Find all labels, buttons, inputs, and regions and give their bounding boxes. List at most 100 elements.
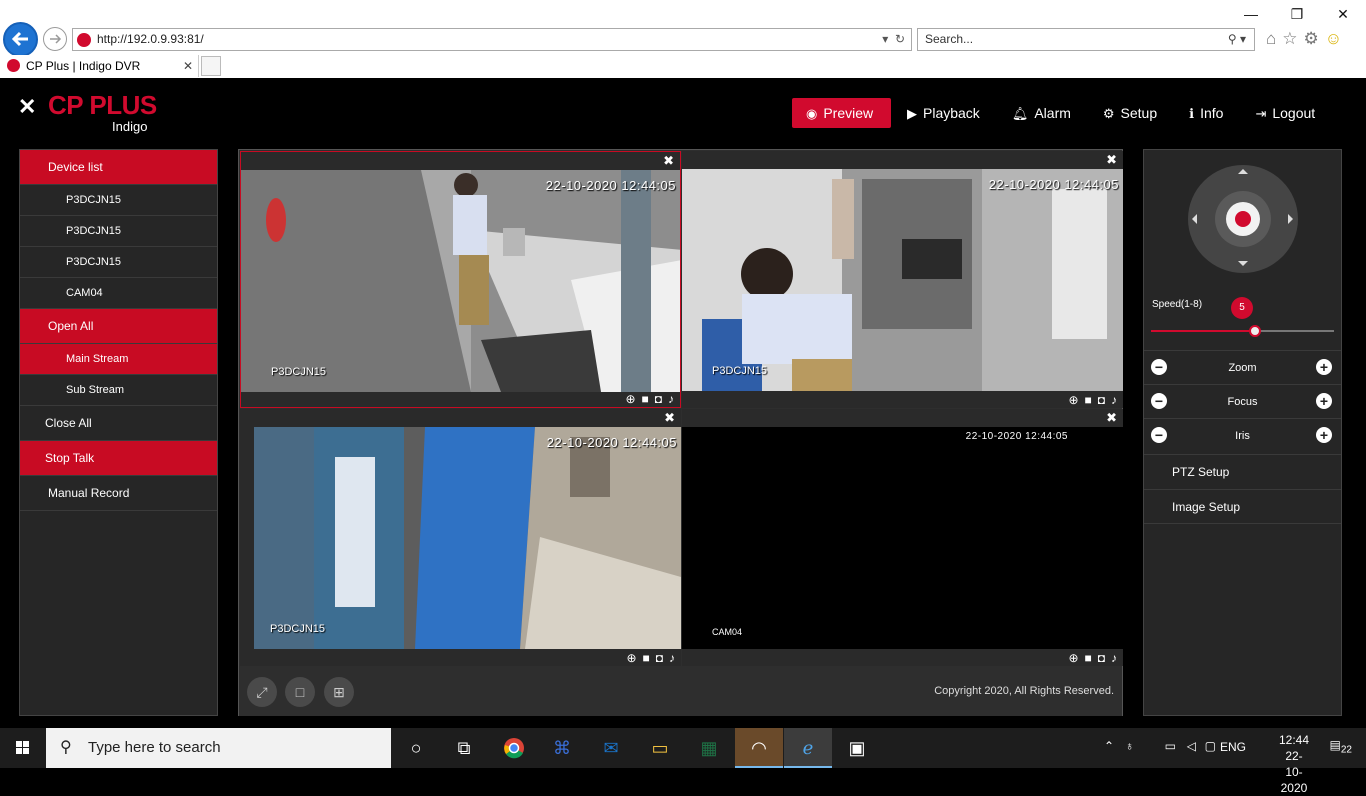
- up-arrow-icon[interactable]: [1238, 169, 1248, 174]
- nav-playback[interactable]: ▶ Playback: [891, 98, 996, 128]
- file-explorer-icon[interactable]: ▭: [636, 728, 684, 768]
- camera-label: P3DCJN15: [271, 366, 327, 378]
- single-view-button[interactable]: □: [285, 677, 315, 707]
- record-icon[interactable]: ■: [643, 651, 650, 665]
- fullscreen-button[interactable]: ⤢: [247, 677, 277, 707]
- quad-view-button[interactable]: ⊞: [324, 677, 354, 707]
- down-arrow-icon[interactable]: [1238, 261, 1248, 266]
- record-icon[interactable]: ■: [1085, 393, 1092, 407]
- close-icon[interactable]: ✖: [1106, 152, 1117, 168]
- nav-logout[interactable]: ⇥ Logout: [1239, 98, 1331, 128]
- audio-icon[interactable]: ♪: [1111, 393, 1117, 407]
- battery-icon[interactable]: ▭: [1165, 739, 1176, 753]
- close-icon[interactable]: ✕: [1320, 0, 1366, 28]
- smiley-icon[interactable]: ☺: [1325, 29, 1342, 49]
- video-cell[interactable]: ✖ 22-10-2020 12:44:05 P3DCJN15 ⊕ ■ ◘ ♪: [682, 151, 1123, 408]
- left-arrow-icon[interactable]: [1192, 214, 1197, 224]
- record-icon[interactable]: ■: [642, 392, 649, 406]
- tray-chevron-icon[interactable]: ⌃: [1104, 739, 1114, 753]
- zoom-icon[interactable]: ⊕: [625, 392, 635, 406]
- device-item[interactable]: P3DCJN15: [20, 185, 217, 216]
- address-bar[interactable]: http://192.0.9.93:81/ ▾ ↻: [72, 28, 912, 51]
- nav-preview[interactable]: ◉ Preview: [792, 98, 891, 128]
- device-item[interactable]: P3DCJN15: [20, 216, 217, 247]
- zoom-icon[interactable]: ⊕: [1068, 393, 1078, 407]
- device-item[interactable]: CAM04: [20, 278, 217, 309]
- manual-record-button[interactable]: Manual Record: [20, 476, 217, 511]
- tab-close-icon[interactable]: ✕: [183, 55, 193, 77]
- video-cell[interactable]: ✖ 22-10-2020 12:44:05 CAM04 ⊕ ■ ◘ ♪: [682, 409, 1123, 666]
- slider-knob[interactable]: [1249, 325, 1262, 337]
- snapshot-icon[interactable]: ◘: [1098, 651, 1105, 665]
- settings-icon[interactable]: ⚙: [1304, 29, 1319, 49]
- restore-icon[interactable]: ❐: [1274, 0, 1320, 28]
- gear-icon: ⚙: [1102, 106, 1115, 121]
- main-stream-option[interactable]: Main Stream: [20, 344, 217, 375]
- zoom-icon[interactable]: ⊕: [1068, 651, 1078, 665]
- cortana-icon[interactable]: ○: [392, 728, 440, 768]
- main-nav: ◉ Preview ▶ Playback 🔔︎ Alarm ⚙ Setup ℹ Info …: [792, 98, 1331, 128]
- volume-icon[interactable]: ◁: [1187, 739, 1196, 753]
- iris-plus-icon[interactable]: +: [1316, 427, 1332, 443]
- open-all-button[interactable]: Open All: [20, 309, 217, 344]
- video-grid: ✖ 22-10-2020 12:44:05 P3DCJN15 ⊕ ■ ◘ ♪ ✖…: [238, 149, 1123, 716]
- timestamp: 22-10-2020 12:44:05: [546, 435, 677, 450]
- stop-talk-button[interactable]: Stop Talk: [20, 441, 217, 476]
- audio-icon[interactable]: ♪: [668, 392, 674, 406]
- app-window-icon[interactable]: ▣: [833, 728, 881, 768]
- internet-explorer-icon[interactable]: ℯ: [784, 728, 832, 768]
- close-icon[interactable]: ✖: [1106, 410, 1117, 426]
- tab-title: CP Plus | Indigo DVR: [26, 59, 141, 73]
- close-icon[interactable]: ✖: [664, 410, 675, 426]
- task-view-icon[interactable]: ⧉: [440, 728, 488, 768]
- zoom-icon[interactable]: ⊕: [626, 651, 636, 665]
- refresh-icon[interactable]: ▾ ↻: [882, 29, 905, 50]
- ptz-direction-pad[interactable]: [1188, 165, 1298, 273]
- sub-stream-option[interactable]: Sub Stream: [20, 375, 217, 406]
- taskbar-search[interactable]: ⚲ Type here to search: [46, 728, 391, 768]
- video-cell[interactable]: ✖ 22-10-2020 12:44:05 P3DCJN15 ⊕ ■ ◘ ♪: [240, 409, 681, 666]
- close-all-button[interactable]: Close All: [20, 406, 217, 441]
- language-indicator[interactable]: ENG: [1220, 740, 1246, 754]
- record-dot-icon[interactable]: [1235, 211, 1251, 227]
- ptz-center-ring: [1215, 191, 1271, 247]
- notification-icon[interactable]: ▤22: [1330, 738, 1352, 755]
- excel-icon[interactable]: ▦: [685, 728, 733, 768]
- audio-icon[interactable]: ♪: [669, 651, 675, 665]
- nav-alarm[interactable]: 🔔︎ Alarm: [996, 98, 1087, 128]
- new-tab-button[interactable]: [201, 56, 221, 76]
- dvr-app-icon[interactable]: ◠: [735, 728, 783, 768]
- device-list-header[interactable]: Device list: [20, 150, 217, 185]
- browser-tab[interactable]: CP Plus | Indigo DVR ✕: [0, 55, 199, 77]
- audio-icon[interactable]: ♪: [1111, 651, 1117, 665]
- forward-button[interactable]: [43, 27, 67, 51]
- ptz-setup-link[interactable]: PTZ Setup: [1144, 454, 1341, 489]
- search-icon[interactable]: ⚲ ▾: [1228, 29, 1246, 50]
- network-icon[interactable]: ▢: [1205, 739, 1216, 753]
- video-cell[interactable]: ✖ 22-10-2020 12:44:05 P3DCJN15 ⊕ ■ ◘ ♪: [240, 151, 681, 408]
- image-setup-link[interactable]: Image Setup: [1144, 489, 1341, 524]
- focus-plus-icon[interactable]: +: [1316, 393, 1332, 409]
- app-icon[interactable]: ⌘: [538, 728, 586, 768]
- right-arrow-icon[interactable]: [1288, 214, 1293, 224]
- outlook-icon[interactable]: ✉: [587, 728, 635, 768]
- device-item[interactable]: P3DCJN15: [20, 247, 217, 278]
- snapshot-icon[interactable]: ◘: [656, 651, 663, 665]
- microphone-icon[interactable]: ♁: [1125, 739, 1134, 753]
- nav-info[interactable]: ℹ Info: [1173, 98, 1239, 128]
- start-button[interactable]: [0, 728, 46, 768]
- chrome-icon[interactable]: [490, 728, 538, 768]
- snapshot-icon[interactable]: ◘: [1098, 393, 1105, 407]
- speed-slider[interactable]: [1151, 325, 1334, 337]
- home-icon[interactable]: ⌂: [1266, 29, 1276, 49]
- zoom-in-icon[interactable]: +: [1316, 359, 1332, 375]
- minimize-icon[interactable]: —: [1228, 0, 1274, 28]
- clock[interactable]: 12:44 22-10-2020: [1279, 732, 1309, 796]
- snapshot-icon[interactable]: ◘: [655, 392, 662, 406]
- close-icon[interactable]: ✖: [663, 153, 674, 169]
- search-box[interactable]: Search... ⚲ ▾: [917, 28, 1255, 51]
- nav-setup[interactable]: ⚙ Setup: [1087, 98, 1173, 128]
- record-icon[interactable]: ■: [1085, 651, 1092, 665]
- favorites-icon[interactable]: ☆: [1282, 29, 1297, 49]
- back-button[interactable]: [3, 22, 38, 57]
